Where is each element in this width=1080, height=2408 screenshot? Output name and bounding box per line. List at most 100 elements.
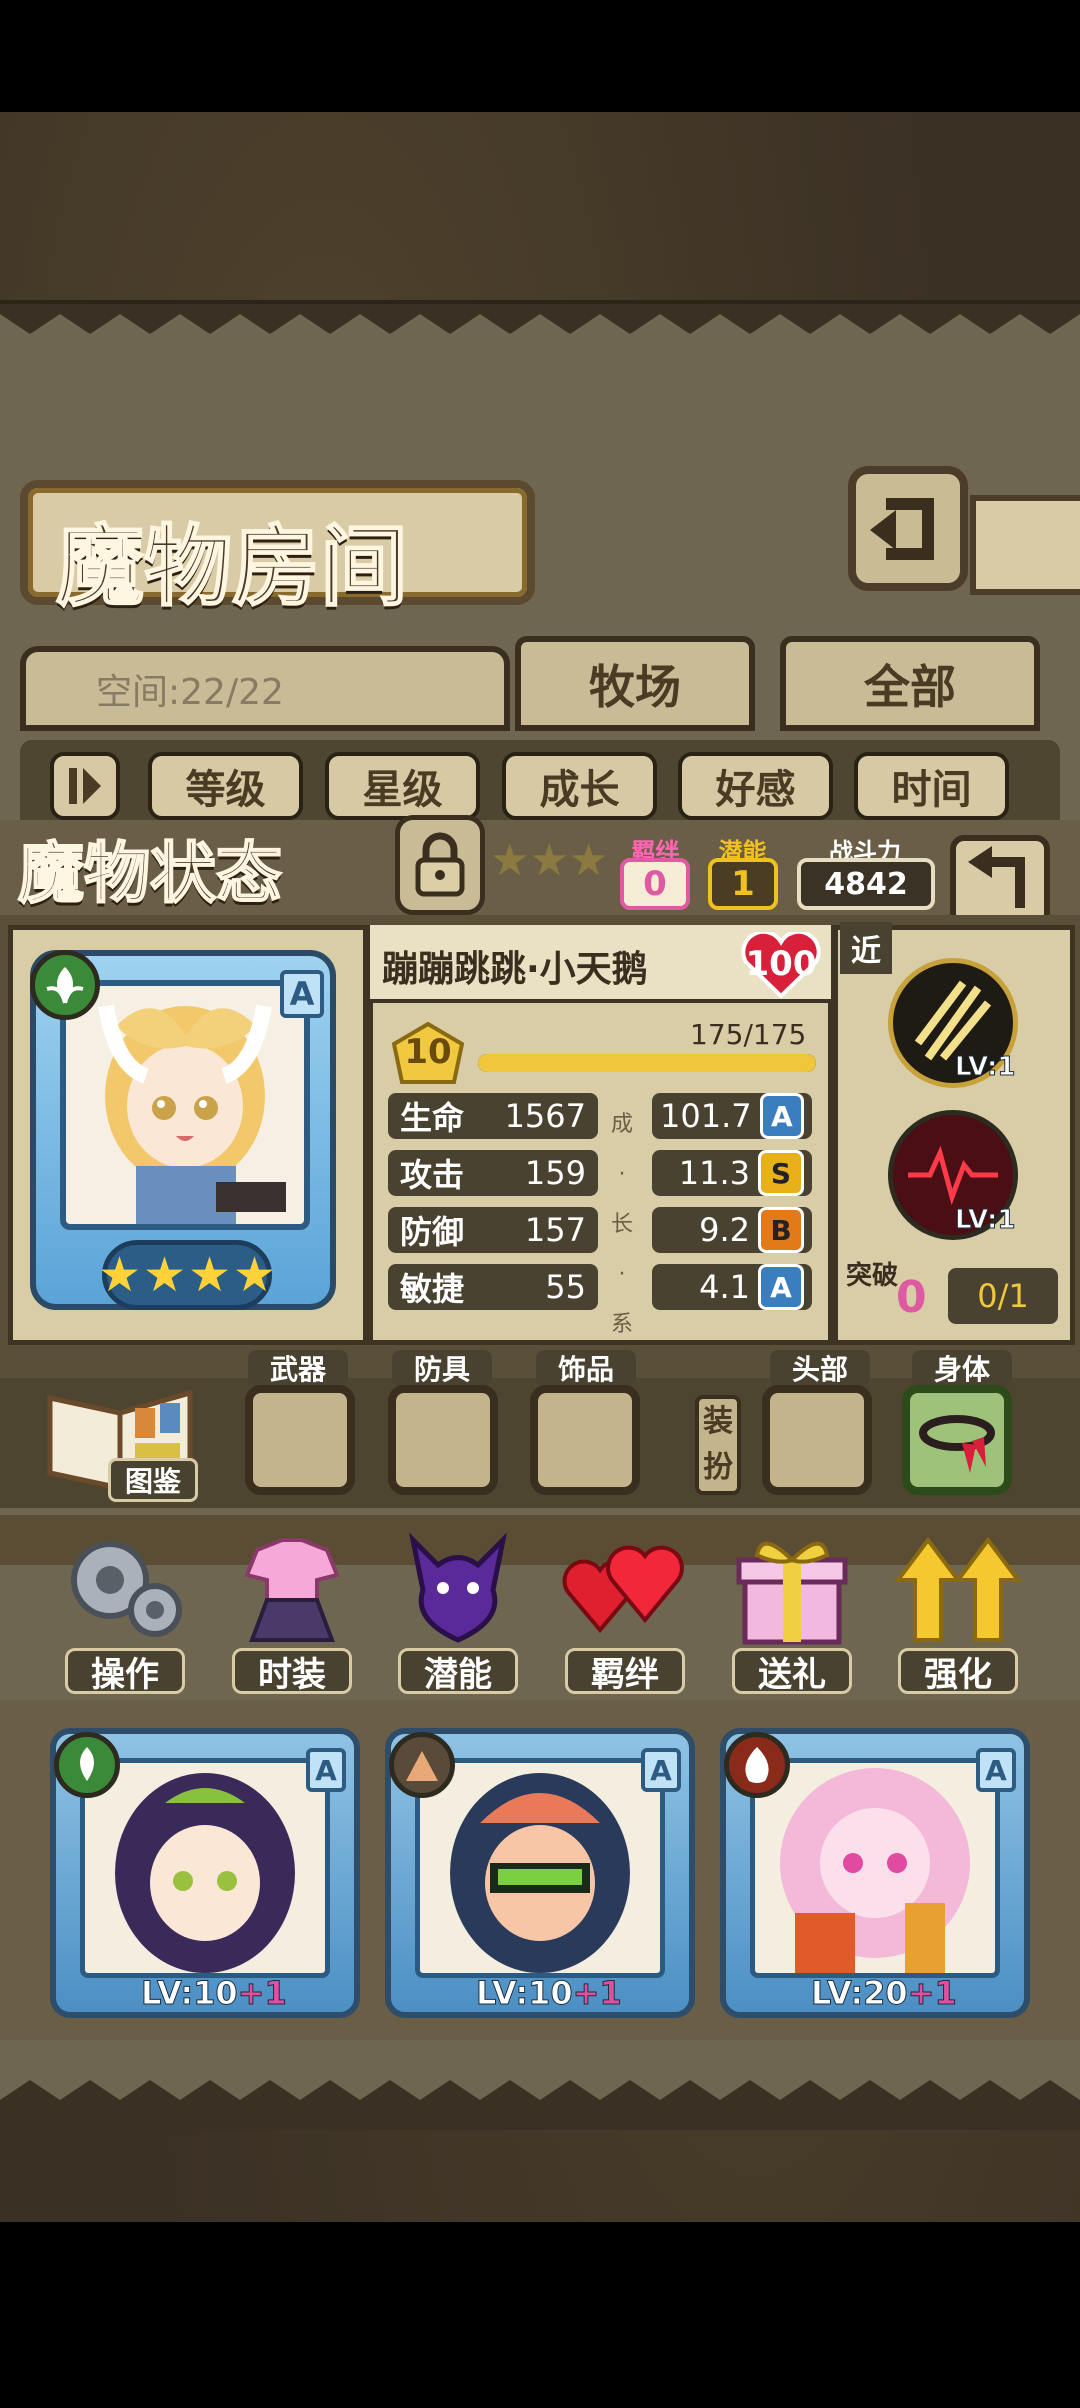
pink-girl-illustration [780,1768,970,1973]
sort-affection-button[interactable]: 好感 [678,752,833,820]
rank-badge: A [280,970,324,1018]
accessory-slot[interactable] [530,1385,640,1495]
codex-button[interactable]: 图鉴 [40,1368,200,1508]
monster-portrait [60,980,310,1230]
space-label: 空间:22/22 [96,671,284,713]
sort-growth-button[interactable]: 成长 [502,752,657,820]
menu-gift[interactable]: 送礼 [722,1530,862,1700]
attack-type-badge: 近 [840,922,892,974]
sort-star-button[interactable]: 星级 [325,752,480,820]
tab-pasture[interactable]: 牧场 [515,636,755,731]
stat-value: 1567 [504,1097,586,1135]
sort-bar: 等级 星级 成长 好感 时间 [20,740,1060,830]
return-arrow-icon [968,846,1025,908]
rank-badge: A [976,1748,1016,1792]
grade-badge: B [758,1207,804,1253]
grade-badge: S [758,1150,804,1196]
menu-outfit[interactable]: 时装 [222,1530,362,1700]
top-black-bar [0,0,1080,112]
roster-card[interactable]: A LV:10+1 [50,1728,360,2018]
stat-label: 攻击 [400,1156,465,1194]
outfit-icon [244,1538,340,1642]
star-icon: ★ [142,1247,186,1303]
dark-haired-girl-illustration [115,1773,295,1973]
fire-element-icon [724,1732,790,1798]
sort-toggle-button[interactable] [50,752,120,820]
slot-label-head: 头部 [770,1350,870,1386]
hearts-icon [562,1545,684,1634]
stat-list: 生命 1567 攻击 159 防御 157 敏捷 55 [388,1093,598,1310]
rank-badge: A [306,1748,346,1792]
bottom-black-bar [0,2222,1080,2408]
menu-operate[interactable]: 操作 [55,1530,195,1700]
menu-label: 送礼 [732,1648,852,1695]
star-icon: ★ [233,1247,277,1303]
slot-label-armor: 防具 [392,1350,492,1386]
menu-bond[interactable]: 羁绊 [555,1530,695,1700]
padlock-icon [415,832,465,897]
slot-label-weapon: 武器 [248,1350,348,1386]
affection-value: 100 [745,944,817,984]
leaf-element-icon [54,1732,120,1798]
breakthrough-label: 突破 [846,1261,899,1291]
slot-label-body: 身体 [912,1350,1012,1386]
back-button[interactable] [848,466,968,591]
menu-label: 时装 [232,1648,352,1695]
skill-1-level: LV:1 [954,1052,1016,1083]
growth-value: 9.2 [699,1211,750,1249]
stat-label: 敏捷 [400,1270,465,1308]
gift-box-icon [736,1541,848,1645]
roster-card[interactable]: A LV:20+1 [720,1728,1030,2018]
menu-label: 羁绊 [565,1648,685,1695]
roster-card[interactable]: A LV:10+1 [385,1728,695,2018]
menu-label: 强化 [898,1648,1018,1695]
grade-badge: A [758,1264,804,1310]
growth-value: 11.3 [678,1154,750,1192]
stat-row-defense: 防御 157 [388,1207,598,1253]
growth-value: 101.7 [660,1097,752,1135]
sort-toggle-icon [69,768,101,804]
menu-label: 操作 [65,1648,185,1695]
grade-badge: A [759,1093,804,1139]
exp-bar-fill [478,1054,816,1072]
masked-girl-illustration [450,1773,630,1973]
menu-potential[interactable]: 潜能 [388,1530,528,1700]
stat-row-attack: 攻击 159 [388,1150,598,1196]
status-back-button[interactable] [950,835,1050,927]
roster-level: LV:10+1 [476,1974,623,2013]
dress-up-label: 装扮 [695,1395,741,1495]
roster-level: LV:10+1 [141,1974,288,2013]
level-value: LV:10 [476,1974,574,2013]
roster-portrait [415,1758,665,1978]
star-icon: ★ [188,1247,232,1303]
growth-list: 101.7 A 11.3 S 9.2 B 4.1 A [652,1093,812,1310]
stat-row-hp: 生命 1567 [388,1093,598,1139]
stat-value: 55 [545,1268,586,1306]
affection-heart: 100 [738,932,824,1000]
armor-slot[interactable] [388,1385,498,1495]
tab-all[interactable]: 全部 [780,636,1040,731]
body-slot[interactable] [902,1385,1012,1495]
stat-label: 防御 [400,1213,465,1251]
sort-level-button[interactable]: 等级 [148,752,303,820]
roster-level: LV:20+1 [811,1974,958,2013]
power-value: 4842 [797,858,935,910]
level-badge: 10 [392,1022,464,1084]
growth-row: 4.1 A [652,1264,812,1310]
swan-girl-illustration [98,1004,286,1224]
monster-name: 蹦蹦跳跳·小天鹅 [382,949,648,990]
return-arrow-icon [870,498,934,560]
lock-button[interactable] [395,815,485,915]
exp-text: 175/175 [690,1018,807,1051]
menu-label: 潜能 [398,1648,518,1695]
weapon-slot[interactable] [245,1385,355,1495]
level-value: 10 [404,1032,452,1072]
growth-row: 9.2 B [652,1207,812,1253]
head-slot[interactable] [762,1385,872,1495]
shadow-demon-icon [408,1532,508,1643]
sort-time-button[interactable]: 时间 [854,752,1009,820]
tab-bar: 空间:22/22 牧场 全部 [20,636,1065,731]
menu-enhance[interactable]: 强化 [888,1530,1028,1700]
space-counter: 空间:22/22 [20,646,510,731]
potential-value: 1 [708,858,778,910]
